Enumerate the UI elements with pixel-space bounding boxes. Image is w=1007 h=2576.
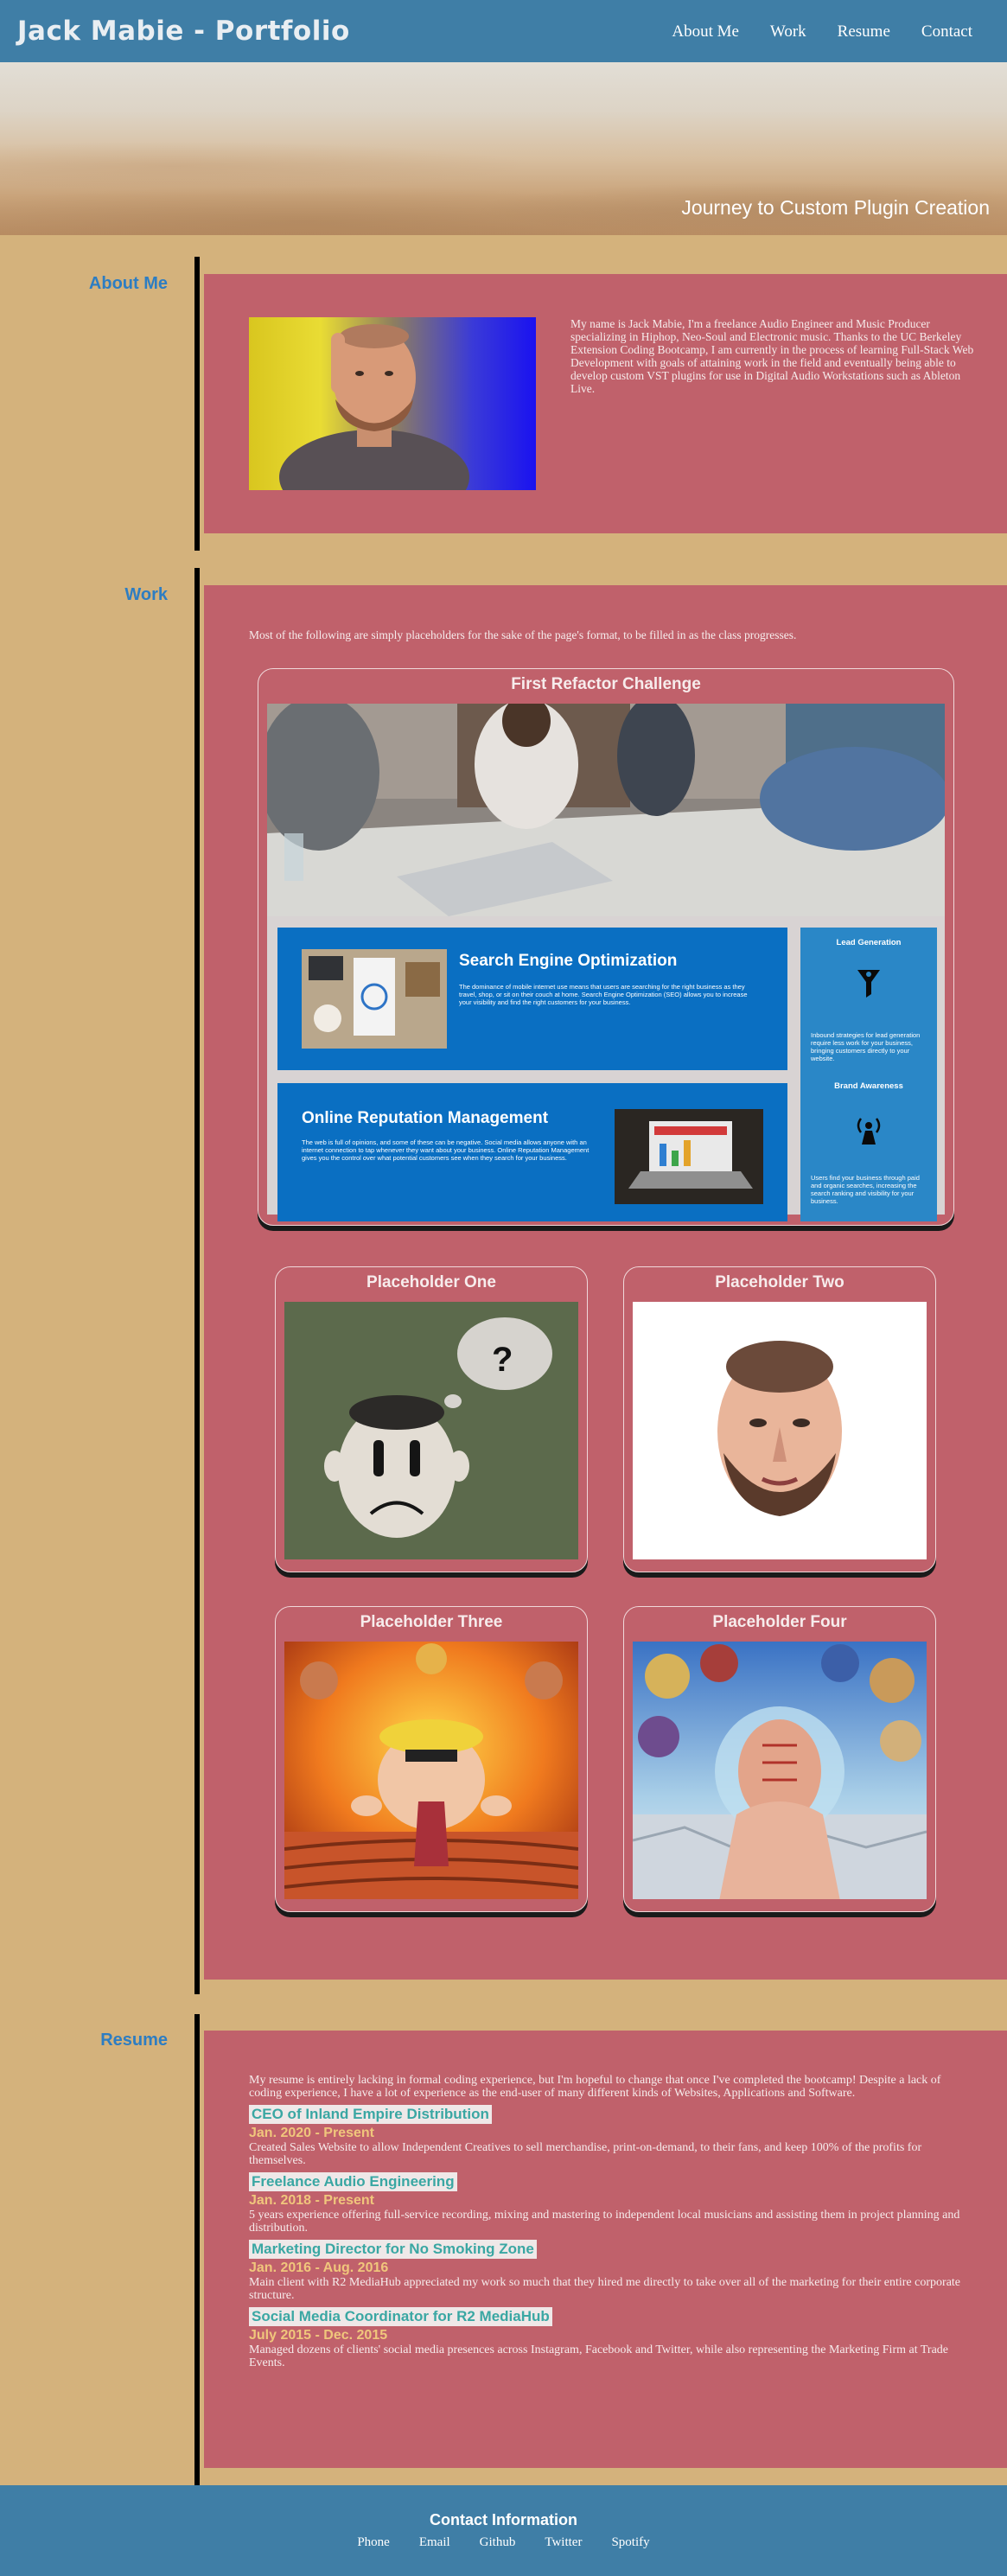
site-title: Jack Mabie - Portfolio	[17, 16, 350, 47]
hero-caption: Journey to Custom Plugin Creation	[681, 196, 990, 219]
job-date-4: July 2015 - Dec. 2015	[249, 2328, 388, 2343]
placeholder-four-card[interactable]: Placeholder Four	[623, 1606, 936, 1912]
about-section-label: About Me	[88, 274, 168, 293]
about-panel: My name is Jack Mabie, I'm a freelance A…	[204, 274, 1007, 533]
lead-generation-title: Lead Generation	[836, 938, 902, 947]
job-desc-4: Managed dozens of clients' social media …	[249, 2343, 948, 2369]
orm-box: Online Reputation Management The web is …	[277, 1083, 787, 1221]
brand-awareness-icon	[852, 1113, 885, 1146]
nav-resume[interactable]: Resume	[838, 22, 890, 41]
work-section-label: Work	[124, 585, 168, 604]
contact-github-link[interactable]: Github	[480, 2535, 516, 2550]
job-date-3: Jan. 2016 - Aug. 2016	[249, 2260, 389, 2275]
placeholder-two-card[interactable]: Placeholder Two	[623, 1266, 936, 1572]
contact-twitter-link[interactable]: Twitter	[545, 2535, 582, 2550]
work-divider	[194, 568, 200, 1994]
seo-text: The dominance of mobile internet use mea…	[459, 983, 748, 1006]
profile-photo	[249, 317, 536, 490]
nav-work[interactable]: Work	[770, 22, 806, 41]
job-date-1: Jan. 2020 - Present	[249, 2126, 374, 2140]
about-divider	[194, 257, 200, 551]
contact-phone-link[interactable]: Phone	[357, 2535, 390, 2550]
contact-links: Phone Email Github Twitter Spotify	[0, 2535, 1007, 2550]
resume-section-label: Resume	[100, 2031, 168, 2050]
lead-generation-icon	[856, 966, 882, 1001]
job-title-1: CEO of Inland Empire Distribution	[249, 2105, 492, 2124]
team-meeting-image	[267, 704, 945, 916]
job-title-3: Marketing Director for No Smoking Zone	[249, 2240, 537, 2259]
placeholder-three-image	[284, 1642, 578, 1899]
work-intro: Most of the following are simply placeho…	[249, 628, 797, 641]
site-footer: Contact Information Phone Email Github T…	[0, 2485, 1007, 2576]
job-date-2: Jan. 2018 - Present	[249, 2193, 374, 2208]
brand-awareness-text: Users find your business through paid an…	[811, 1174, 920, 1205]
brand-awareness-title: Brand Awareness	[834, 1081, 903, 1091]
contact-email-link[interactable]: Email	[419, 2535, 450, 2550]
work-panel: Most of the following are simply placeho…	[204, 585, 1007, 1980]
job-title-2: Freelance Audio Engineering	[249, 2172, 457, 2191]
resume-divider	[194, 2014, 200, 2485]
lead-generation-text: Inbound strategies for lead generation r…	[811, 1031, 921, 1062]
hero-banner: Journey to Custom Plugin Creation	[0, 62, 1007, 235]
main-nav: About Me Work Resume Contact	[672, 22, 972, 41]
placeholder-two-title: Placeholder Two	[715, 1273, 844, 1291]
featured-project-title: First Refactor Challenge	[511, 675, 701, 693]
seo-box: Search Engine Optimization The dominance…	[277, 928, 787, 1070]
placeholder-four-title: Placeholder Four	[712, 1613, 847, 1631]
contact-spotify-link[interactable]: Spotify	[611, 2535, 649, 2550]
placeholder-one-card[interactable]: Placeholder One ?	[275, 1266, 588, 1572]
about-text: My name is Jack Mabie, I'm a freelance A…	[570, 317, 974, 395]
placeholder-two-image	[633, 1302, 927, 1559]
nav-contact[interactable]: Contact	[921, 22, 972, 41]
job-desc-3: Main client with R2 MediaHub appreciated…	[249, 2276, 961, 2302]
job-desc-2: 5 years experience offering full-service…	[249, 2209, 960, 2235]
orm-image	[615, 1109, 763, 1204]
resume-intro: My resume is entirely lacking in formal …	[249, 2074, 941, 2100]
placeholder-three-title: Placeholder Three	[360, 1613, 503, 1631]
nav-about-me[interactable]: About Me	[672, 22, 739, 41]
benefits-sidebar: Lead Generation Inbound strategies for l…	[800, 928, 937, 1221]
placeholder-four-image	[633, 1642, 927, 1899]
job-desc-1: Created Sales Website to allow Independe…	[249, 2141, 922, 2167]
featured-project-card[interactable]: First Refactor Challenge Search Engine O…	[258, 668, 954, 1226]
svg-text:?: ?	[492, 1341, 513, 1379]
placeholder-one-title: Placeholder One	[366, 1273, 496, 1291]
site-header: Jack Mabie - Portfolio About Me Work Res…	[0, 0, 1007, 62]
placeholder-one-image: ?	[284, 1302, 578, 1559]
orm-title: Online Reputation Management	[302, 1109, 549, 1127]
placeholder-three-card[interactable]: Placeholder Three	[275, 1606, 588, 1912]
seo-title: Search Engine Optimization	[459, 952, 678, 970]
orm-text: The web is full of opinions, and some of…	[302, 1138, 590, 1162]
contact-title: Contact Information	[430, 2511, 577, 2528]
job-title-4: Social Media Coordinator for R2 MediaHub	[249, 2307, 552, 2326]
seo-image	[302, 949, 447, 1049]
resume-panel: My resume is entirely lacking in formal …	[204, 2031, 1007, 2468]
